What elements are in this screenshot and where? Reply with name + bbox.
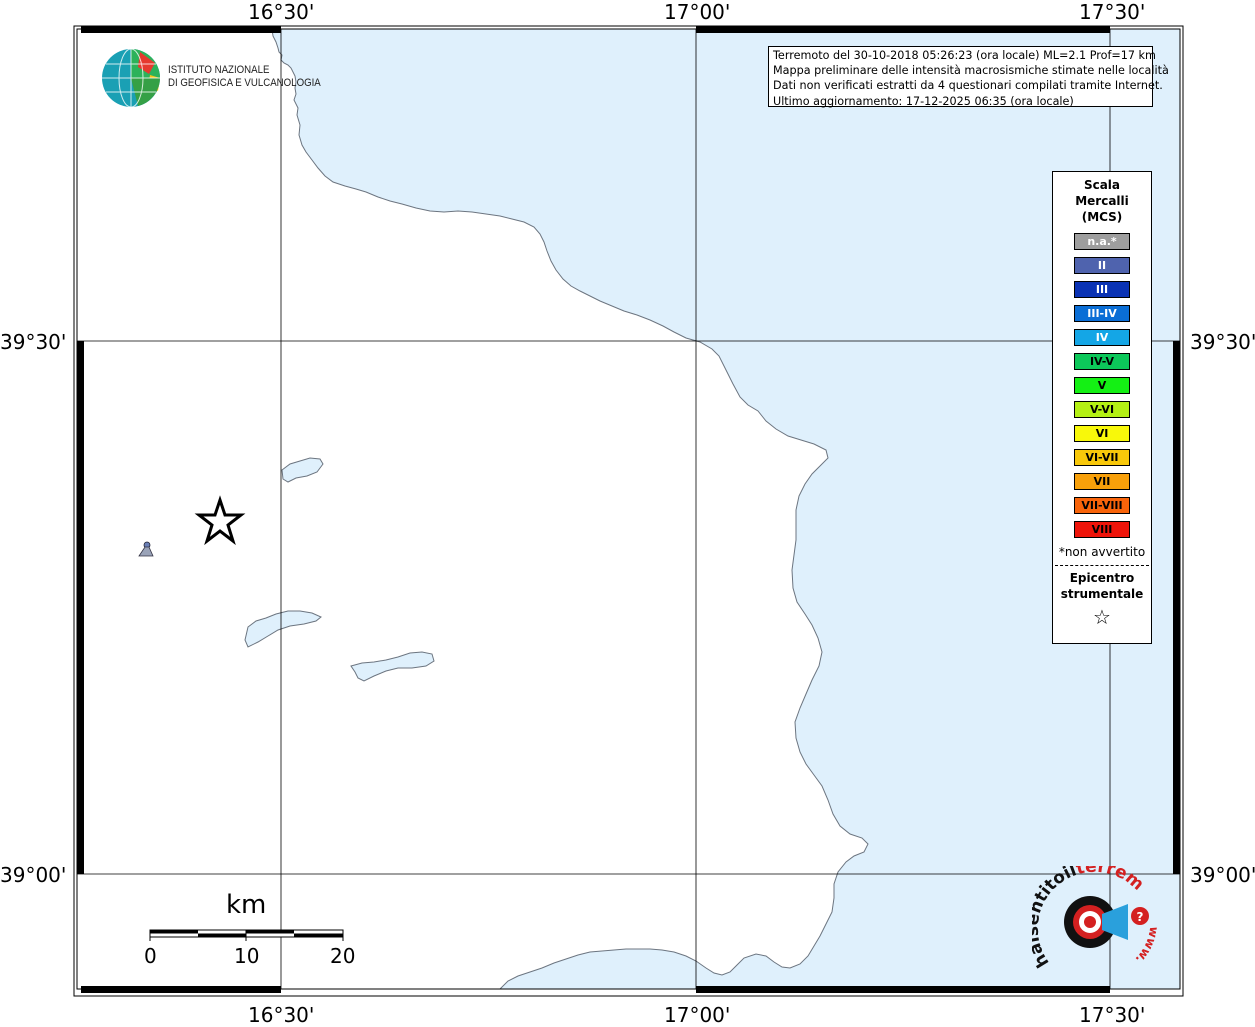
ingv-name-line2: DI GEOFISICA E VULCANOLOGIA: [168, 77, 321, 89]
legend-items: n.a.* II III III-IV IV IV-V V V-VI VI VI-VII VII VI…: [1053, 233, 1151, 538]
event-info-box: Terremoto del 30-10-2018 05:26:23 (ora l…: [768, 46, 1169, 108]
legend-item-6: V: [1074, 377, 1130, 394]
lat-label-right-2: 39°00': [1190, 863, 1255, 887]
mcs-legend: Scala Mercalli (MCS) n.a.* II III III-IV IV I…: [1052, 171, 1152, 644]
legend-star-icon: ☆: [1093, 605, 1111, 629]
info-line-update: Ultimo aggiornamento: 17-12-2025 06:35 (…: [773, 94, 1074, 108]
lon-label-bottom-2: 17°00': [664, 1003, 731, 1027]
svg-text:www.: www.: [1133, 925, 1162, 966]
legend-title: Scala Mercalli (MCS): [1075, 178, 1129, 224]
legend-item-0: n.a.*: [1074, 233, 1130, 250]
info-line-event: Terremoto del 30-10-2018 05:26:23 (ora l…: [773, 49, 1156, 62]
legend-item-1: II: [1074, 257, 1130, 274]
hst-q: ?: [1137, 910, 1144, 924]
legend-epicenter-label: Epicentro strumentale: [1060, 571, 1144, 601]
lon-label-top-1: 16°30': [248, 0, 315, 24]
lon-label-bottom-1: 16°30': [248, 1003, 315, 1027]
legend-item-2: III: [1074, 281, 1130, 298]
ingv-logo: ISTITUTO NAZIONALE DI GEOFISICA E VULCAN…: [100, 47, 321, 109]
legend-divider: [1055, 565, 1149, 566]
legend-item-12: VIII: [1074, 521, 1130, 538]
scale-label-10: 10: [234, 944, 260, 968]
lon-label-top-3: 17°30': [1079, 0, 1146, 24]
lat-label-left-1: 39°30': [0, 330, 67, 354]
scale-label-20: 20: [330, 944, 356, 968]
haisentito-logo: haisentitoilterremoto.it www. ?: [1032, 866, 1162, 971]
lat-label-right-1: 39°30': [1190, 330, 1255, 354]
info-line-map: Mappa preliminare delle intensità macros…: [773, 64, 1169, 78]
legend-item-4: IV: [1074, 329, 1130, 346]
legend-item-8: VI: [1074, 425, 1130, 442]
scale-label-0: 0: [144, 944, 157, 968]
legend-item-11: VII-VIII: [1074, 497, 1130, 514]
ingv-globe-icon: [102, 48, 160, 108]
legend-item-10: VII: [1074, 473, 1130, 490]
hst-www: www.: [1133, 925, 1162, 966]
legend-item-3: III-IV: [1074, 305, 1130, 322]
legend-item-7: V-VI: [1074, 401, 1130, 418]
lat-label-left-2: 39°00': [0, 863, 67, 887]
legend-item-5: IV-V: [1074, 353, 1130, 370]
lon-label-bottom-3: 17°30': [1079, 1003, 1146, 1027]
legend-item-9: VI-VII: [1074, 449, 1130, 466]
ingv-name-line1: ISTITUTO NAZIONALE: [168, 64, 270, 76]
info-line-data: Dati non verificati estratti da 4 questi…: [773, 79, 1163, 93]
lon-label-top-2: 17°00': [664, 0, 731, 24]
legend-note: *non avvertito: [1058, 545, 1146, 559]
scale-unit: km: [226, 890, 267, 920]
